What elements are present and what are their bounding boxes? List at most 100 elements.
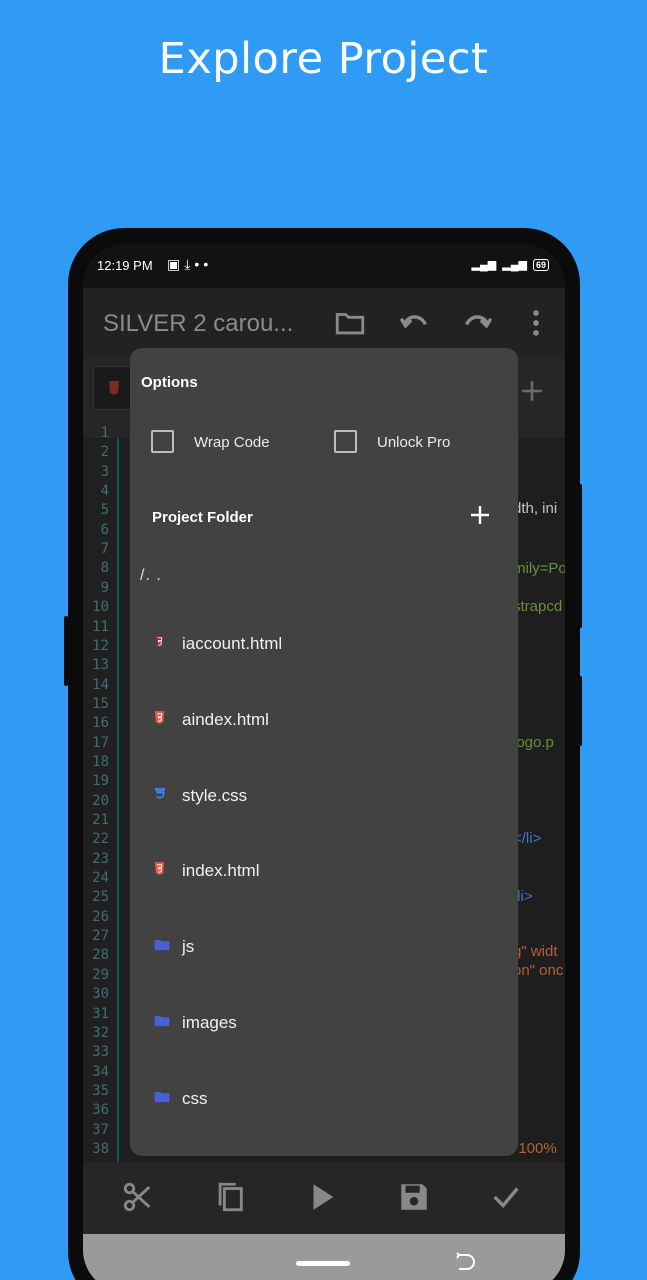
line-number: 20 xyxy=(92,792,109,809)
line-number: 3 xyxy=(100,463,109,480)
line-number: 28 xyxy=(92,947,109,964)
file-name: index.html xyxy=(182,861,260,881)
add-icon[interactable] xyxy=(468,503,492,527)
notification-icons: ▣⤓•• xyxy=(167,256,213,272)
line-number: 29 xyxy=(92,966,109,983)
file-name: images xyxy=(182,1013,237,1032)
file-name: style.css xyxy=(182,785,248,805)
line-number: 38 xyxy=(92,1140,109,1157)
line-number: 1 xyxy=(100,425,109,441)
tab-file[interactable] xyxy=(93,366,133,410)
parent-directory[interactable]: /. . xyxy=(140,567,162,585)
code-fragment: "100% xyxy=(513,1140,557,1157)
folder-icon xyxy=(154,1014,170,1028)
line-number: 8 xyxy=(100,560,109,577)
line-number: 33 xyxy=(92,1044,109,1061)
list-item[interactable]: images xyxy=(130,1000,518,1050)
status-bar: 12:19 PM ▣⤓•• ▂▄▆ ▂▄▆ 69 xyxy=(83,244,565,288)
headline: Explore Project xyxy=(158,34,489,84)
unlock-pro-label[interactable]: Unlock Pro xyxy=(377,434,450,451)
check-icon[interactable] xyxy=(489,1180,523,1214)
list-item[interactable]: index.html xyxy=(130,848,518,898)
line-number: 27 xyxy=(92,928,109,945)
line-number: 30 xyxy=(92,986,109,1003)
folder-icon[interactable] xyxy=(333,306,367,340)
app-title: SILVER 2 carou... xyxy=(103,310,294,337)
signal-icon-2: ▂▄▆ xyxy=(502,259,527,271)
line-number: 14 xyxy=(92,676,109,693)
cut-icon[interactable] xyxy=(121,1180,155,1214)
html-file-icon xyxy=(154,862,168,876)
line-number: 35 xyxy=(92,1082,109,1099)
unlock-pro-checkbox[interactable] xyxy=(334,430,357,453)
line-number: 15 xyxy=(92,695,109,712)
phone-power-button xyxy=(578,676,582,746)
gutter-divider xyxy=(117,438,119,1166)
code-fragment: g" widt xyxy=(513,943,558,960)
more-icon[interactable] xyxy=(519,306,553,340)
line-number: 16 xyxy=(92,715,109,732)
line-number: 4 xyxy=(100,483,109,500)
dialog-title: Options xyxy=(141,374,198,391)
line-number: 5 xyxy=(100,502,109,519)
code-fragment: dth, ini xyxy=(513,500,558,517)
run-icon[interactable] xyxy=(305,1180,339,1214)
code-fragment: mily=Po xyxy=(513,560,565,577)
html-file-icon xyxy=(154,710,168,725)
system-nav-bar xyxy=(83,1234,565,1280)
add-tab-icon[interactable] xyxy=(519,378,545,404)
signal-icons: ▂▄▆ ▂▄▆ 69 xyxy=(472,258,549,271)
undo-icon[interactable] xyxy=(397,306,431,340)
list-item[interactable]: style.css xyxy=(130,773,518,823)
copy-icon[interactable] xyxy=(213,1180,247,1214)
folder-icon xyxy=(154,938,170,952)
project-folder-label: Project Folder xyxy=(152,509,253,526)
line-number: 2 xyxy=(100,444,109,461)
line-gutter: 1 2 3 4 5 6 7 8 9 10 11 12 13 14 15 16 17 18 19 20 21 22 23 24 2… xyxy=(83,425,117,1166)
home-pill[interactable] xyxy=(296,1261,350,1266)
line-number: 24 xyxy=(92,870,109,887)
line-number: 17 xyxy=(92,734,109,751)
line-number: 7 xyxy=(100,541,109,558)
line-number: 13 xyxy=(92,657,109,674)
line-number: 9 xyxy=(100,579,109,596)
wrap-code-label[interactable]: Wrap Code xyxy=(194,434,270,451)
html-file-icon xyxy=(154,635,168,649)
status-time: 12:19 PM xyxy=(97,258,153,273)
bottom-toolbar xyxy=(83,1162,565,1234)
line-number: 37 xyxy=(92,1121,109,1138)
line-number: 22 xyxy=(92,831,109,848)
folder-icon xyxy=(154,1090,170,1104)
file-name: js xyxy=(182,937,195,957)
line-number: 21 xyxy=(92,812,109,828)
line-number: 10 xyxy=(92,599,109,616)
line-number: 6 xyxy=(100,521,109,538)
html-file-icon xyxy=(109,381,119,395)
file-name: aindex.html xyxy=(182,709,269,729)
line-number: 31 xyxy=(92,1005,109,1022)
list-item[interactable]: aindex.html xyxy=(130,697,518,747)
line-number: 23 xyxy=(92,850,109,867)
file-name: css xyxy=(182,1088,208,1108)
list-item[interactable]: css xyxy=(130,1076,518,1126)
list-item[interactable]: js xyxy=(130,924,518,974)
save-icon[interactable] xyxy=(397,1180,431,1214)
line-number: 36 xyxy=(92,1102,109,1119)
phone-volume-button xyxy=(578,484,582,628)
line-number: 34 xyxy=(92,1063,109,1080)
file-name: iaccount.html xyxy=(182,634,283,653)
line-number: 25 xyxy=(92,889,109,906)
phone-side-button xyxy=(64,616,68,686)
redo-icon[interactable] xyxy=(461,306,495,340)
list-item[interactable]: iaccount.html xyxy=(130,621,518,671)
wrap-code-checkbox[interactable] xyxy=(151,430,174,453)
line-number: 32 xyxy=(92,1024,109,1041)
css-file-icon xyxy=(154,787,168,801)
line-number: 19 xyxy=(92,773,109,790)
back-icon[interactable] xyxy=(453,1250,477,1274)
line-number: 11 xyxy=(92,618,109,635)
battery-icon: 69 xyxy=(532,258,549,271)
code-fragment: logo.p xyxy=(513,734,554,751)
code-fragment: strapcd xyxy=(513,598,563,615)
code-fragment: on" onc xyxy=(513,962,564,979)
